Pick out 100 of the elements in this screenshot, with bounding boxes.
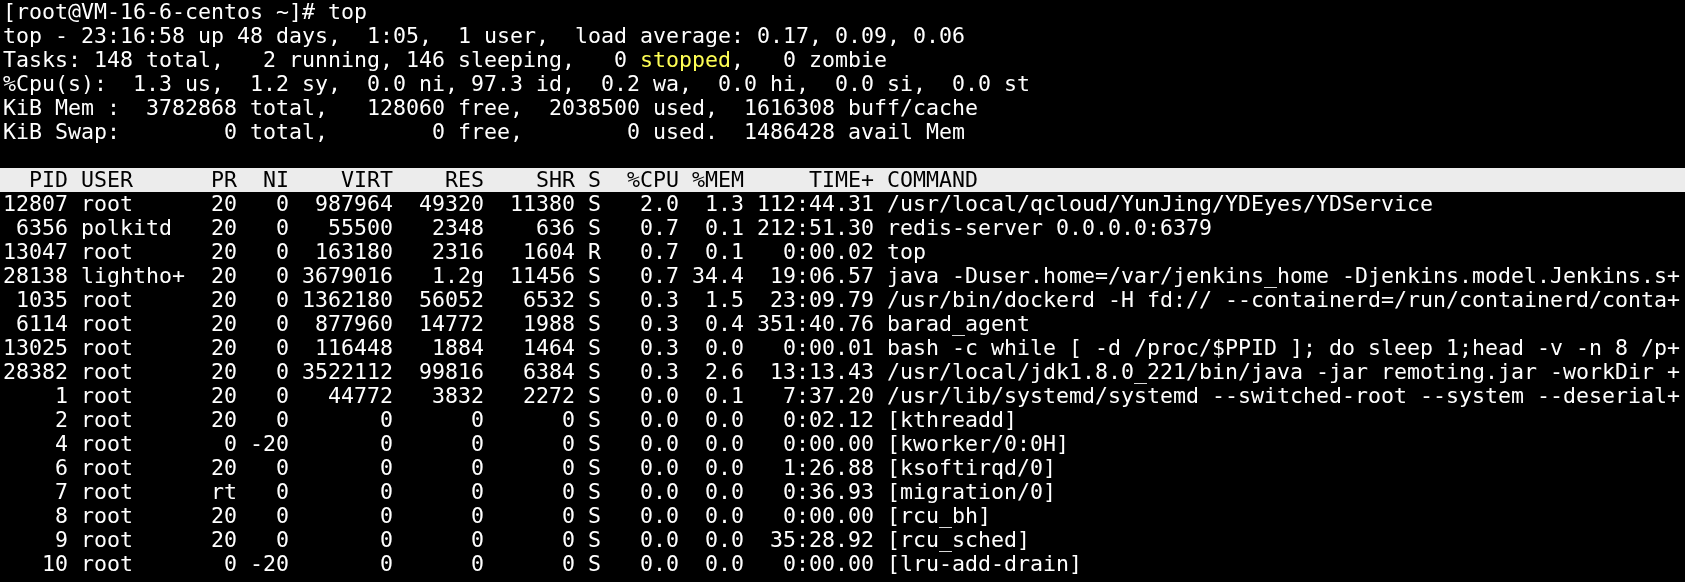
- column-header: RES: [444, 168, 484, 192]
- column-header: NI: [262, 168, 289, 192]
- table-cell-text: 163180: [314, 240, 393, 264]
- table-cell-text: 0: [275, 312, 289, 336]
- table-cell-text: 20: [210, 264, 237, 288]
- table-cell-text: root: [81, 192, 134, 216]
- table-cell: S: [588, 504, 601, 528]
- table-cell-text: 0: [275, 456, 289, 480]
- table-cell-text: 2.0: [639, 192, 679, 216]
- table-cell: 13025: [3, 336, 68, 360]
- table-cell-text: 116448: [314, 336, 393, 360]
- table-cell: S: [588, 552, 601, 576]
- table-cell-text: 9: [54, 528, 68, 552]
- table-cell-text: 1604: [522, 240, 575, 264]
- table-cell-text: 0: [561, 480, 575, 504]
- table-cell-text: 7:37.20: [782, 384, 874, 408]
- table-cell-text: 0: [275, 480, 289, 504]
- table-cell-text: [rcu_sched]: [887, 528, 1031, 552]
- table-cell-text: /usr/local/jdk1.8.0_221/bin/java -jar remoting.jar -workDir +: [887, 360, 1682, 384]
- table-cell: 28138: [3, 264, 68, 288]
- table-cell-text: 2316: [431, 240, 484, 264]
- table-cell-text: 3832: [431, 384, 484, 408]
- table-cell-text: 1.2g: [431, 264, 484, 288]
- table-cell-text: 6356: [15, 216, 68, 240]
- table-cell: 3522112: [302, 360, 393, 384]
- table-cell-text: 0: [470, 552, 484, 576]
- table-cell-text: 0.1: [704, 240, 744, 264]
- table-cell-text: 20: [210, 336, 237, 360]
- column-header: VIRT: [340, 168, 393, 192]
- table-cell-text: 0:02.12: [782, 408, 874, 432]
- table-cell-text: 0.0: [639, 456, 679, 480]
- table-cell-text: 20: [210, 528, 237, 552]
- table-cell-text: 35:28.92: [769, 528, 874, 552]
- table-cell-text: 0: [223, 432, 237, 456]
- table-cell-text: 0: [275, 240, 289, 264]
- table-cell-text: 20: [210, 288, 237, 312]
- table-cell-text: 0: [470, 456, 484, 480]
- table-cell-text: 20: [210, 456, 237, 480]
- table-cell: S: [588, 528, 601, 552]
- table-cell-text: 0: [275, 192, 289, 216]
- table-cell-text: 49320: [418, 192, 484, 216]
- table-cell-text: 11456: [509, 264, 575, 288]
- table-cell-text: 0.0: [639, 552, 679, 576]
- table-cell: S: [588, 288, 601, 312]
- table-cell: S: [588, 192, 601, 216]
- table-cell-text: 0: [275, 408, 289, 432]
- table-cell-text: 0.0: [704, 456, 744, 480]
- table-cell-text: 20: [210, 360, 237, 384]
- table-cell-text: 13:13.43: [769, 360, 874, 384]
- table-cell-text: root: [81, 408, 134, 432]
- table-cell-text: 0:00.02: [782, 240, 874, 264]
- table-cell-text: 0.0: [639, 528, 679, 552]
- table-cell: 1362180: [302, 288, 393, 312]
- table-cell-text: root: [81, 552, 134, 576]
- table-cell-text: 0:00.00: [782, 432, 874, 456]
- table-cell-text: 0.4: [704, 312, 744, 336]
- column-header: S: [588, 168, 601, 192]
- table-cell-text: 2: [54, 408, 68, 432]
- table-cell-text: 20: [210, 384, 237, 408]
- table-cell-text: 6384: [522, 360, 575, 384]
- table-cell-text: 0: [561, 528, 575, 552]
- table-cell-text: 20: [210, 240, 237, 264]
- table-cell-text: root: [81, 480, 134, 504]
- table-cell-text: 636: [535, 216, 575, 240]
- table-cell-text: [ksoftirqd/0]: [887, 456, 1057, 480]
- table-cell-text: redis-server 0.0.0.0:6379: [887, 216, 1213, 240]
- table-cell-text: 0.7: [639, 216, 679, 240]
- table-cell-text: 0: [561, 432, 575, 456]
- prompt-line: [root@VM-16-6-centos ~]# top: [3, 0, 368, 24]
- table-cell: 112:44.31: [757, 192, 874, 216]
- table-cell-text: 6114: [15, 312, 68, 336]
- table-cell-text: 20: [210, 504, 237, 528]
- table-cell-text: 0.0: [704, 552, 744, 576]
- column-header: PID: [28, 168, 68, 192]
- table-cell-text: root: [81, 432, 134, 456]
- table-cell-text: 0.3: [639, 288, 679, 312]
- table-cell-text: 0.1: [704, 384, 744, 408]
- table-cell-text: root: [81, 288, 134, 312]
- table-cell-text: 0: [561, 408, 575, 432]
- table-cell-text: 55500: [327, 216, 393, 240]
- table-cell-text: 0.0: [639, 480, 679, 504]
- table-cell-text: 19:06.57: [769, 264, 874, 288]
- table-cell: 351:40.76: [757, 312, 874, 336]
- table-cell: S: [588, 336, 601, 360]
- table-cell-text: 10: [41, 552, 68, 576]
- table-cell-text: 20: [210, 216, 237, 240]
- table-cell-text: 0: [275, 216, 289, 240]
- table-cell-text: /usr/lib/systemd/systemd --switched-root --system --deserial+: [887, 384, 1682, 408]
- table-cell-text: 2272: [522, 384, 575, 408]
- table-cell: S: [588, 432, 601, 456]
- table-cell: -20: [250, 432, 289, 456]
- table-cell-text: 0:00.00: [782, 552, 874, 576]
- table-cell-text: 99816: [418, 360, 484, 384]
- summary-line: Tasks: 148 total, 2 running, 146 sleeping, 0 stopped, 0 zombie: [3, 48, 889, 72]
- table-cell-text: 20: [210, 408, 237, 432]
- summary-line: KiB Swap: 0 total, 0 free, 0 used. 1486428 avail Mem: [3, 120, 967, 144]
- column-header: PR: [210, 168, 237, 192]
- table-cell-text: 0: [275, 504, 289, 528]
- table-cell-text: 0.0: [704, 336, 744, 360]
- table-cell: S: [588, 360, 601, 384]
